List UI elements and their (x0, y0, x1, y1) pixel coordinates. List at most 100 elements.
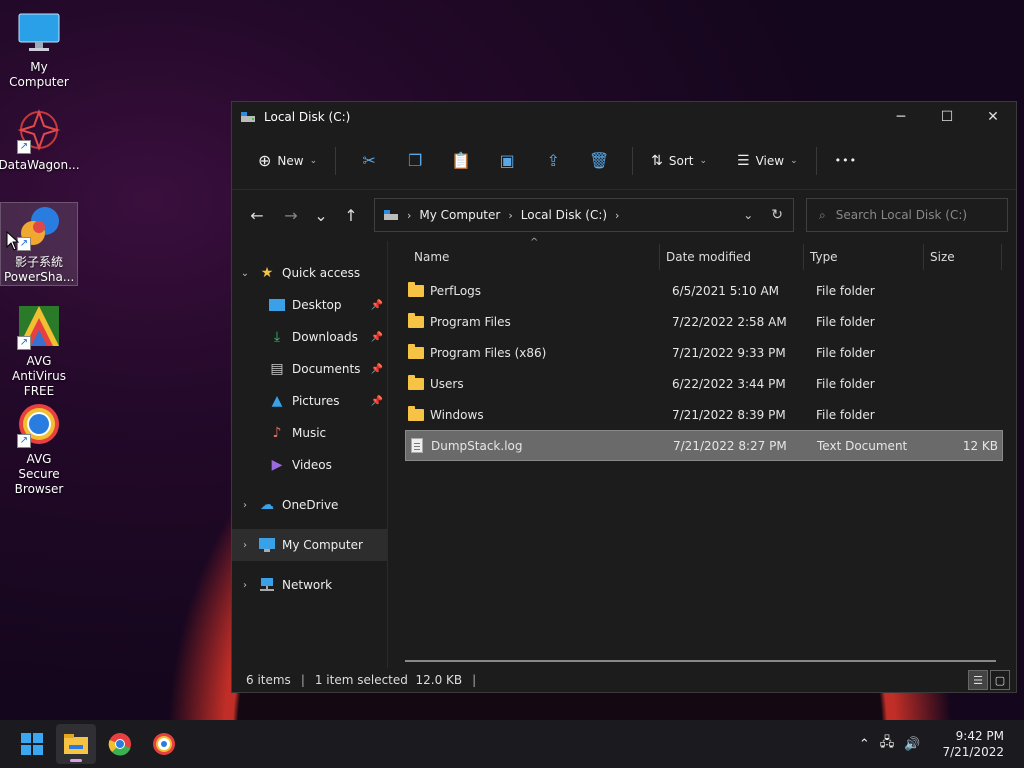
chrome-icon (108, 733, 131, 756)
refresh-icon[interactable]: ↻ (771, 207, 783, 223)
column-header-type[interactable]: Type (804, 244, 924, 270)
status-bar: 6 items | 1 item selected 12.0 KB | ☰ ▢ (232, 668, 1016, 692)
video-icon: ▶ (271, 457, 283, 473)
paste-icon[interactable]: 📋 (446, 145, 476, 177)
file-row-selected[interactable]: DumpStack.log 7/21/2022 8:27 PM Text Doc… (405, 430, 1003, 461)
clock[interactable]: 9:42 PM 7/21/2022 (942, 728, 1004, 760)
sidebar-item-onedrive[interactable]: › ☁ OneDrive (232, 489, 387, 521)
details-view-icon[interactable]: ☰ (968, 670, 988, 690)
network-icon[interactable]: 🖧 (880, 733, 895, 755)
file-row[interactable]: Program Files (x86) 7/21/2022 9:33 PM Fi… (405, 337, 1003, 368)
toolbar-divider (335, 146, 337, 175)
item-count: 6 items (246, 673, 291, 687)
view-button-label: View (755, 153, 785, 168)
taskbar: ⌃ 🖧 🔊 9:42 PM 7/21/2022 (0, 720, 1024, 768)
title-bar[interactable]: Local Disk (C:) ─ ☐ ✕ (232, 102, 1016, 132)
desktop-icon-label: 影子系統 PowerSha... (4, 255, 75, 284)
desktop-icon-avg-antivirus[interactable]: ↗ AVG AntiVirus FREE (0, 302, 78, 399)
view-button[interactable]: ☰ View ⌄ (729, 145, 806, 177)
taskbar-file-explorer[interactable] (56, 724, 96, 764)
back-button[interactable]: ← (242, 200, 272, 230)
horizontal-scrollbar[interactable] (405, 660, 996, 662)
drive-icon (384, 210, 398, 220)
file-date: 7/21/2022 8:27 PM (673, 438, 787, 453)
desktop-icon-my-computer[interactable]: My Computer (0, 8, 78, 90)
up-button[interactable]: ↑ (336, 200, 366, 230)
file-type: File folder (816, 407, 875, 422)
monitor-icon (15, 8, 63, 56)
cut-icon[interactable]: ✂ (354, 145, 384, 177)
file-row[interactable]: Windows 7/21/2022 8:39 PM File folder (405, 399, 1003, 430)
breadcrumb-local-disk[interactable]: Local Disk (C:) (521, 208, 607, 222)
search-input[interactable]: ⌕ Search Local Disk (C:) (806, 198, 1008, 232)
address-bar[interactable]: › My Computer › Local Disk (C:) › ⌄ ↻ (374, 198, 794, 232)
forward-button[interactable]: → (276, 200, 306, 230)
navigation-pane: ⌄ ★ Quick access Desktop 📌 ⤓ Downloads 📌… (232, 241, 388, 668)
file-date: 7/22/2022 2:58 AM (672, 314, 787, 329)
desktop-icon-label: My Computer (9, 60, 69, 89)
sidebar-item-pictures[interactable]: ▲ Pictures 📌 (232, 385, 387, 417)
chevron-right-icon[interactable]: › (232, 580, 258, 591)
chevron-down-icon[interactable]: ⌄ (232, 268, 258, 279)
taskbar-chrome[interactable] (100, 724, 140, 764)
desktop-icon-label: AVG Secure Browser (14, 452, 64, 496)
folder-icon (408, 374, 424, 390)
file-row[interactable]: Program Files 7/22/2022 2:58 AM File fol… (405, 306, 1003, 337)
chevron-right-icon[interactable]: › (232, 540, 258, 551)
pin-icon: 📌 (370, 331, 383, 343)
sidebar-item-quick-access[interactable]: ⌄ ★ Quick access (232, 257, 387, 289)
mouse-cursor-icon (6, 231, 20, 251)
chevron-right-icon[interactable]: › (232, 500, 258, 511)
sidebar-item-documents[interactable]: ▤ Documents 📌 (232, 353, 387, 385)
file-name: Windows (430, 407, 484, 422)
share-icon[interactable]: ⇪ (538, 145, 568, 177)
column-header-date[interactable]: Date modified (660, 244, 804, 270)
sidebar-item-videos[interactable]: ▶ Videos (232, 449, 387, 481)
minimize-button[interactable]: ─ (878, 102, 924, 132)
sidebar-item-label: Quick access (282, 266, 361, 280)
recent-locations-button[interactable]: ⌄ (306, 200, 336, 230)
maximize-button[interactable]: ☐ (924, 102, 970, 132)
close-button[interactable]: ✕ (970, 102, 1016, 132)
sidebar-item-music[interactable]: ♪ Music (232, 417, 387, 449)
copy-icon[interactable]: ❐ (400, 145, 430, 177)
file-row[interactable]: PerfLogs 6/5/2021 5:10 AM File folder (405, 275, 1003, 306)
file-list: ^ Name Date modified Type Size PerfLogs … (388, 237, 1016, 668)
taskbar-avg-browser[interactable] (144, 724, 184, 764)
toolbar-divider (632, 146, 634, 175)
file-type: Text Document (817, 438, 908, 453)
desktop-icon-avg-browser[interactable]: ↗ AVG Secure Browser (0, 400, 78, 497)
volume-icon[interactable]: 🔊 (904, 737, 920, 752)
command-bar: ⊕ New ⌄ ✂ ❐ 📋 ▣ ⇪ 🗑 ⇅ Sort ⌄ ☰ View ⌄ ••… (232, 132, 1016, 190)
tiles-view-icon[interactable]: ▢ (990, 670, 1010, 690)
start-button[interactable] (12, 724, 52, 764)
show-hidden-icons-icon[interactable]: ⌃ (859, 737, 870, 752)
breadcrumb-my-computer[interactable]: My Computer (419, 208, 500, 222)
sort-button[interactable]: ⇅ Sort ⌄ (643, 145, 715, 177)
sidebar-item-network[interactable]: › Network (232, 569, 387, 601)
file-explorer-window: Local Disk (C:) ─ ☐ ✕ ⊕ New ⌄ ✂ ❐ 📋 ▣ ⇪ … (231, 101, 1017, 693)
pin-icon: 📌 (370, 363, 383, 375)
sidebar-item-desktop[interactable]: Desktop 📌 (232, 289, 387, 321)
sort-ascending-icon: ^ (530, 237, 539, 248)
folder-icon (408, 405, 424, 421)
file-row[interactable]: Users 6/22/2022 3:44 PM File folder (405, 368, 1003, 399)
folder-icon (408, 281, 424, 297)
address-dropdown-icon[interactable]: ⌄ (743, 208, 753, 222)
picture-icon: ▲ (271, 393, 283, 409)
desktop-icon-datawagon[interactable]: ↗ DataWagon... (0, 106, 80, 173)
delete-icon[interactable]: 🗑 (584, 145, 614, 177)
sidebar-item-downloads[interactable]: ⤓ Downloads 📌 (232, 321, 387, 353)
download-icon: ⤓ (273, 329, 281, 345)
new-button[interactable]: ⊕ New ⌄ (250, 145, 325, 177)
sidebar-item-label: Music (292, 426, 327, 440)
clock-date: 7/21/2022 (942, 745, 1004, 759)
more-options-button[interactable]: ••• (827, 145, 865, 177)
monitor-icon (258, 536, 276, 554)
column-header-size[interactable]: Size (924, 244, 1002, 270)
plus-circle-icon: ⊕ (258, 151, 272, 170)
chevron-down-icon: ⌄ (699, 155, 708, 166)
sidebar-item-my-computer[interactable]: › My Computer (232, 529, 387, 561)
chevron-right-icon: › (508, 208, 513, 222)
rename-icon[interactable]: ▣ (492, 145, 522, 177)
